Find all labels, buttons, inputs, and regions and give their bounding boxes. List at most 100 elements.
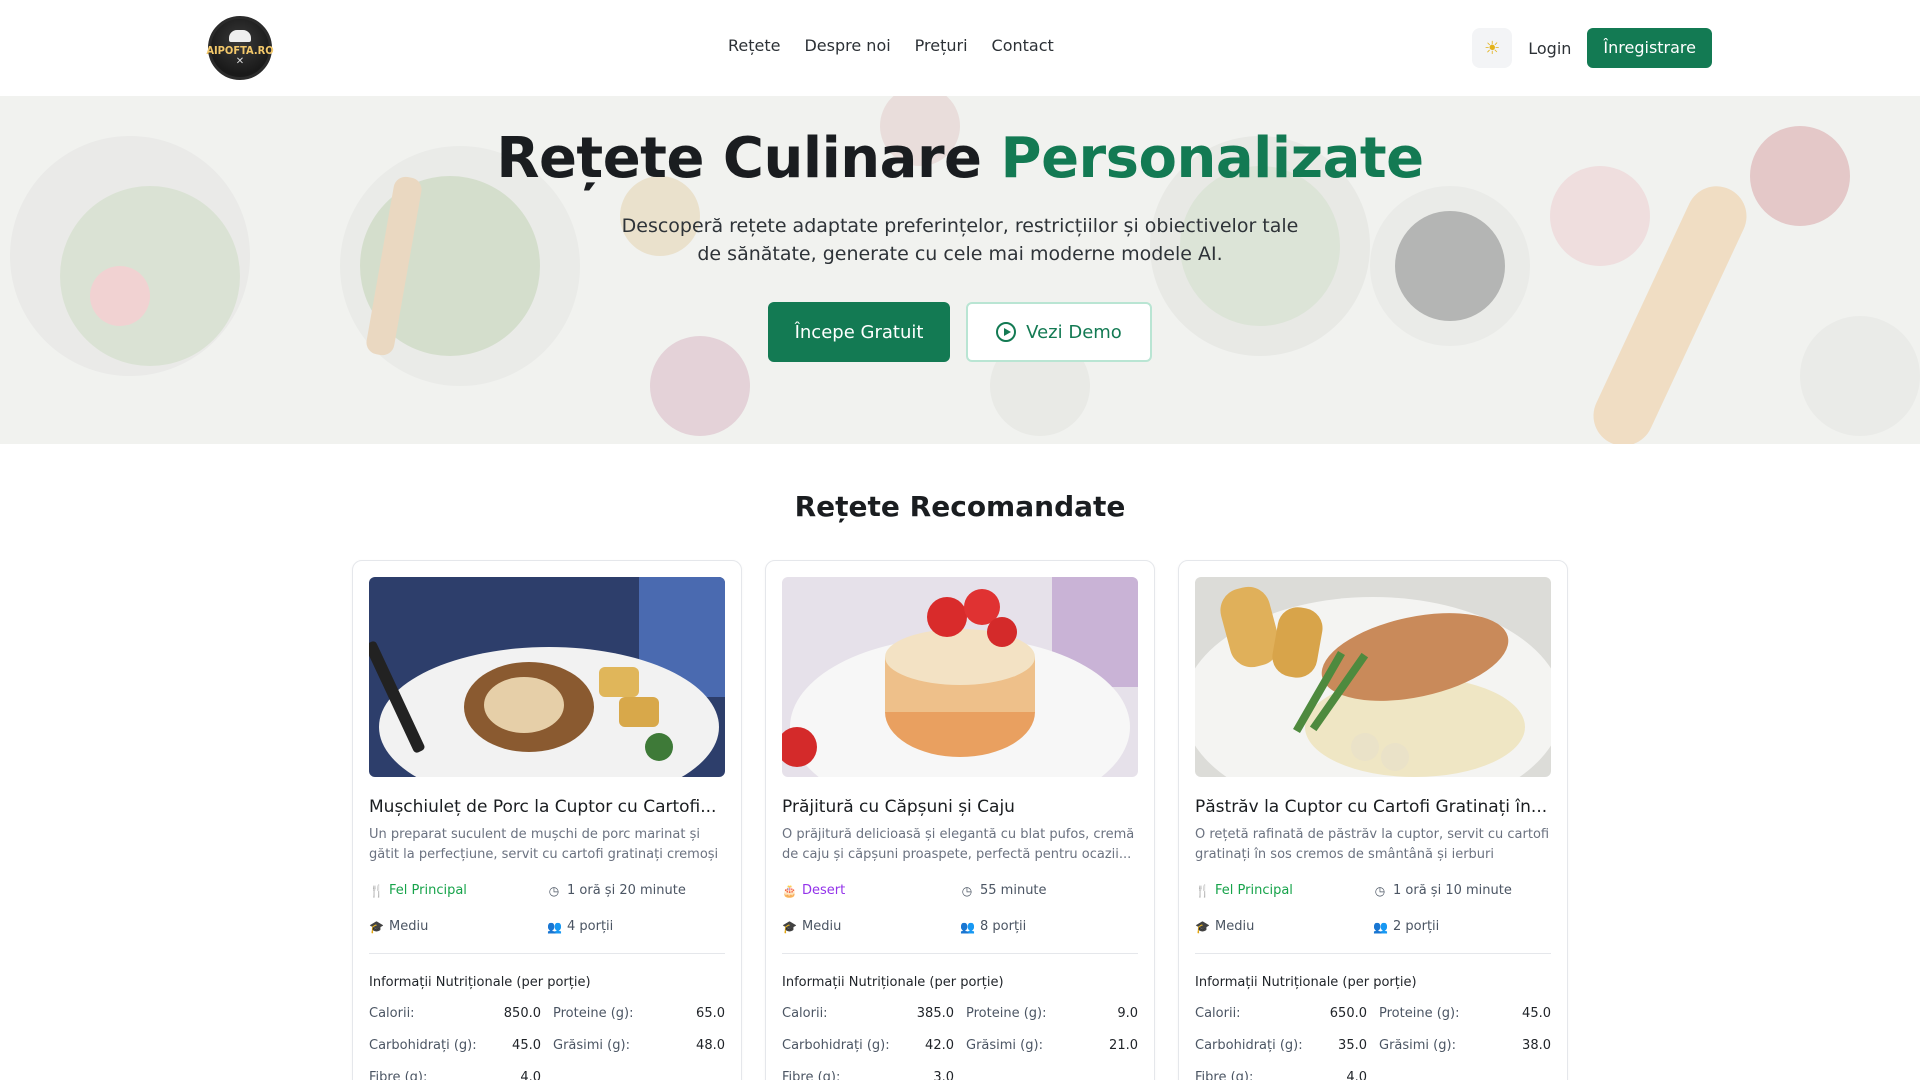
nutrition-label: Grăsimi (g): [1379,1037,1456,1053]
nutrition-row: Fibre (g): 4.0 [1195,1061,1551,1080]
users-icon: 👥 [547,919,562,934]
nav-link-about[interactable]: Despre noi [804,36,890,55]
recipe-difficulty-label: Mediu [1215,919,1255,934]
nav-link-contact[interactable]: Contact [992,36,1054,55]
recipe-difficulty: 🎓 Mediu [1195,919,1373,934]
hero-title-accent: Personalizate [1000,126,1425,191]
nutrition-value: 35.0 [1338,1037,1367,1053]
view-demo-button[interactable]: Vezi Demo [966,302,1152,362]
recipe-difficulty-label: Mediu [389,919,429,934]
nutrition-row: Fibre (g): 3.0 [782,1061,1138,1080]
recipe-card[interactable]: Mușchiuleț de Porc la Cuptor cu Cartofi.… [352,560,742,1080]
register-button[interactable]: Înregistrare [1587,28,1712,68]
nutrition-label: Grăsimi (g): [966,1037,1043,1053]
recipe-meta-row: 🍴 Fel Principal ◷ 1 oră și 20 minute [369,883,725,898]
nutrition-title: Informații Nutriționale (per porție) [782,975,1004,990]
recommended-section-title: Rețete Recomandate [794,490,1126,523]
nutrition-row: Calorii: 385.0 Proteine (g): 9.0 [782,997,1138,1029]
card-divider [782,953,1138,954]
view-demo-label: Vezi Demo [1026,321,1122,343]
recipe-meta-row: 🎓 Mediu 👥 8 porții [782,919,1138,934]
logo-text: AIPOFTA.RO [206,43,274,57]
nutrition-calories: Calorii: 850.0 [369,1006,553,1021]
users-icon: 👥 [960,919,975,934]
recipe-image [782,577,1138,777]
recipe-card[interactable]: Prăjitură cu Căpșuni și Caju O prăjitură… [765,560,1155,1080]
recipe-time-label: 55 minute [980,883,1047,898]
nutrition-label: Proteine (g): [553,1005,634,1021]
nutrition-title: Informații Nutriționale (per porție) [1195,975,1417,990]
nutrition-grid: Calorii: 850.0 Proteine (g): 65.0 Carbohid… [369,997,725,1080]
graduation-cap-icon: 🎓 [369,919,384,934]
nutrition-carbs: Carbohidrați (g): 35.0 [1195,1038,1379,1053]
card-divider [369,953,725,954]
nutrition-label: Carbohidrați (g): [369,1037,477,1053]
nutrition-value: 45.0 [512,1037,541,1053]
recipe-meta-row: 🎓 Mediu 👥 4 porții [369,919,725,934]
recipe-category: 🍴 Fel Principal [1195,883,1373,898]
recipe-servings-label: 4 porții [567,919,614,934]
nutrition-label: Proteine (g): [966,1005,1047,1021]
clock-icon: ◷ [548,883,560,898]
recipe-servings: 👥 2 porții [1373,919,1551,934]
nutrition-value: 21.0 [1109,1037,1138,1053]
theme-toggle-button[interactable]: ☀ [1472,28,1513,68]
cutlery-icon: ✕ [235,55,245,67]
nav-link-pricing[interactable]: Prețuri [915,36,968,55]
recipe-time: ◷ 55 minute [960,883,1138,898]
recipe-servings-label: 8 porții [980,919,1027,934]
recipe-description: Un preparat suculent de mușchi de porc m… [369,827,719,862]
nutrition-protein: Proteine (g): 65.0 [553,1006,725,1021]
nutrition-label: Carbohidrați (g): [1195,1037,1303,1053]
login-link[interactable]: Login [1528,39,1571,58]
recipe-time: ◷ 1 oră și 10 minute [1373,883,1551,898]
nutrition-value: 38.0 [1522,1037,1551,1053]
nav-actions: ☀ Login Înregistrare [1472,28,1712,68]
nutrition-fat: Grăsimi (g): 38.0 [1379,1038,1551,1053]
nutrition-value: 4.0 [1346,1069,1367,1080]
recipe-title[interactable]: Mușchiuleț de Porc la Cuptor cu Cartofi.… [369,797,725,817]
recipe-difficulty: 🎓 Mediu [782,919,960,934]
recipe-title[interactable]: Prăjitură cu Căpșuni și Caju [782,797,1138,817]
graduation-cap-icon: 🎓 [782,919,797,934]
utensils-icon: 🍴 [369,883,384,898]
nutrition-label: Calorii: [369,1005,415,1021]
recipe-title[interactable]: Păstrăv la Cuptor cu Cartofi Gratinați î… [1195,797,1551,817]
utensils-icon: 🍴 [1195,883,1210,898]
nutrition-fiber: Fibre (g): 4.0 [369,1070,541,1080]
hero-title: Rețete Culinare Personalizate [0,126,1920,191]
nutrition-fiber: Fibre (g): 4.0 [1195,1070,1367,1080]
start-free-button[interactable]: Începe Gratuit [768,302,950,362]
nutrition-row: Fibre (g): 4.0 [369,1061,725,1080]
cake-icon: 🎂 [782,883,797,898]
nutrition-value: 850.0 [503,1005,541,1021]
recipe-category-label: Desert [802,883,846,898]
nutrition-value: 48.0 [696,1037,725,1053]
clock-icon: ◷ [961,883,973,898]
hero-subtitle: Descoperă rețete adaptate preferințelor,… [621,215,1299,265]
hero-section: Rețete Culinare Personalizate Descoperă … [0,96,1920,444]
hero-title-main: Rețete Culinare [496,126,1001,191]
site-logo[interactable]: AIPOFTA.RO ✕ [206,16,274,80]
nutrition-label: Fibre (g): [1195,1069,1254,1080]
nutrition-value: 9.0 [1117,1005,1138,1021]
nutrition-carbs: Carbohidrați (g): 45.0 [369,1038,553,1053]
recipe-time-label: 1 oră și 20 minute [567,883,686,898]
nutrition-row: Carbohidrați (g): 45.0 Grăsimi (g): 48.0 [369,1029,725,1061]
recipe-time-label: 1 oră și 10 minute [1393,883,1512,898]
nutrition-grid: Calorii: 385.0 Proteine (g): 9.0 Carbohidr… [782,997,1138,1080]
recipe-image [1195,577,1551,777]
nutrition-label: Grăsimi (g): [553,1037,630,1053]
nutrition-value: 4.0 [520,1069,541,1080]
nav-link-recipes[interactable]: Rețete [728,36,780,55]
recipe-servings: 👥 4 porții [547,919,725,934]
top-navbar: AIPOFTA.RO ✕ Rețete Despre noi Prețuri C… [0,0,1920,96]
card-divider [1195,953,1551,954]
nutrition-row: Calorii: 850.0 Proteine (g): 65.0 [369,997,725,1029]
clock-icon: ◷ [1374,883,1386,898]
nutrition-label: Proteine (g): [1379,1005,1460,1021]
recipe-card[interactable]: Păstrăv la Cuptor cu Cartofi Gratinați î… [1178,560,1568,1080]
recipe-category-label: Fel Principal [1215,883,1293,898]
nutrition-label: Carbohidrați (g): [782,1037,890,1053]
nutrition-title: Informații Nutriționale (per porție) [369,975,591,990]
